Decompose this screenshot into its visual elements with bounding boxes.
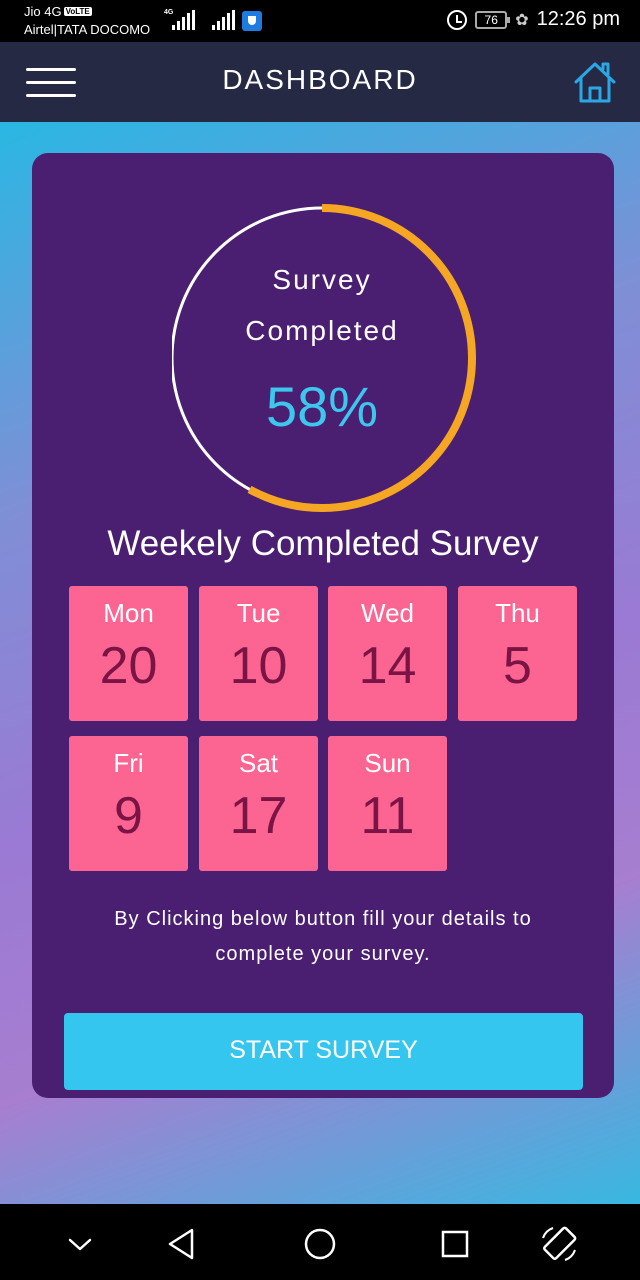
- day-name: Thu: [495, 598, 540, 628]
- home-icon[interactable]: [572, 60, 618, 104]
- day-count: 11: [360, 787, 415, 845]
- progress-ring: [172, 204, 476, 512]
- battery-icon: 76: [475, 10, 511, 29]
- day-tile-tue[interactable]: Tue 10: [199, 586, 318, 721]
- day-tile-thu[interactable]: Thu 5: [458, 586, 577, 721]
- status-bar: Jio 4G VoLTE Airtel|TATA DOCOMO 4G 76 ✿ 1…: [0, 0, 640, 42]
- day-name: Tue: [236, 598, 281, 628]
- alarm-icon: [447, 9, 468, 30]
- weekly-title: Weekely Completed Survey: [107, 524, 539, 563]
- instruction-text: By Clicking below button fill your detai…: [72, 902, 574, 972]
- day-tile-fri[interactable]: Fri 9: [69, 736, 188, 871]
- day-tile-sun[interactable]: Sun 11: [328, 736, 447, 871]
- day-name: Sat: [238, 748, 279, 778]
- instruction-line-1: By Clicking below button fill your detai…: [114, 908, 532, 930]
- day-tile-sat[interactable]: Sat 17: [199, 736, 318, 871]
- day-name: Mon: [103, 598, 154, 628]
- security-shield-icon: [242, 11, 262, 31]
- day-count: 10: [229, 637, 288, 695]
- back-icon[interactable]: [160, 1222, 204, 1266]
- home-circle-icon[interactable]: [298, 1222, 342, 1266]
- signal-icon-2: [212, 10, 235, 30]
- volte-badge: VoLTE: [63, 7, 92, 16]
- status-right: 76 ✿ 12:26 pm: [447, 8, 620, 31]
- carrier-primary: Jio 4G VoLTE: [24, 4, 92, 19]
- day-count: 14: [358, 637, 417, 695]
- day-tile-wed[interactable]: Wed 14: [328, 586, 447, 721]
- app-bar: DASHBOARD: [0, 42, 640, 122]
- system-nav-bar: [0, 1204, 640, 1280]
- carrier-secondary: Airtel|TATA DOCOMO: [24, 22, 151, 37]
- survey-label: Survey: [272, 264, 372, 295]
- power-saving-leaf-icon: ✿: [515, 11, 529, 29]
- day-count: 17: [229, 787, 288, 845]
- chevron-down-icon[interactable]: [58, 1222, 102, 1266]
- progress-ring-arc: [172, 204, 476, 512]
- signal-icon: [172, 10, 195, 30]
- rotate-icon[interactable]: [537, 1222, 581, 1266]
- day-name: Sun: [364, 748, 411, 778]
- completed-label: Completed: [245, 315, 399, 346]
- carrier-primary-label: Jio 4G: [24, 4, 62, 19]
- day-tile-mon[interactable]: Mon 20: [69, 586, 188, 721]
- page-title: DASHBOARD: [222, 64, 418, 95]
- day-count: 9: [114, 787, 143, 845]
- instruction-line-2: complete your survey.: [215, 943, 431, 965]
- day-count: 20: [99, 637, 158, 695]
- day-count: 5: [503, 637, 532, 695]
- day-name: Wed: [361, 598, 414, 628]
- recents-icon[interactable]: [433, 1222, 477, 1266]
- completion-percent: 58%: [265, 375, 379, 438]
- day-name: Fri: [113, 748, 144, 778]
- clock-time: 12:26 pm: [536, 8, 620, 30]
- start-survey-button[interactable]: START SURVEY: [64, 1013, 583, 1090]
